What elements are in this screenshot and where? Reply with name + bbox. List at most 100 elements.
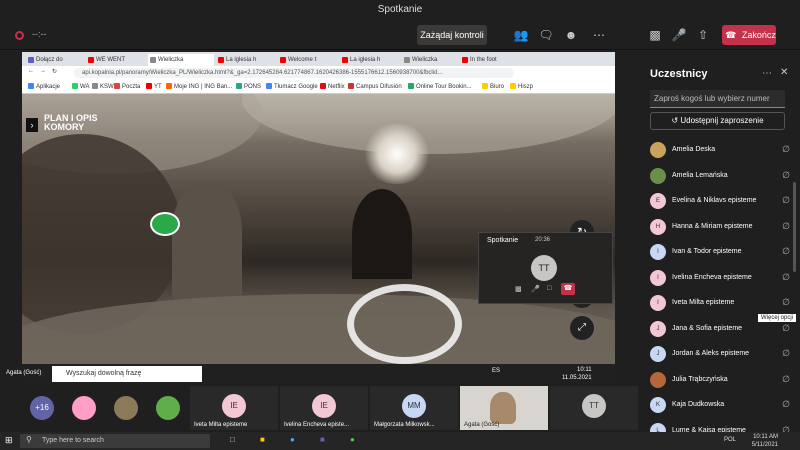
participant-item[interactable]: Amelia Lemańska ∅ bbox=[650, 166, 790, 186]
file-explorer-icon[interactable]: ■ bbox=[260, 435, 265, 444]
participant-item[interactable]: Amelia Deska ∅ bbox=[650, 140, 790, 160]
inner-taskbar: Wyszukaj dowolną frazę ES 10:11 11.05.20… bbox=[22, 364, 615, 384]
url-field[interactable]: api.kopalnia.pl/panoramy/Wieliczka_PL/Wi… bbox=[74, 68, 514, 78]
bookmark[interactable]: Aplikacje bbox=[28, 83, 60, 90]
overflow-count[interactable]: +16 bbox=[30, 396, 54, 420]
back-icon[interactable]: ← bbox=[28, 68, 34, 74]
participants-icon[interactable]: 👥 bbox=[512, 26, 530, 44]
mic-off-icon[interactable]: ∅ bbox=[782, 297, 790, 308]
bookmark[interactable]: Tłumacz Google bbox=[266, 83, 318, 90]
menu-arrow-icon[interactable]: › bbox=[26, 118, 38, 132]
edge-icon[interactable]: ● bbox=[290, 435, 295, 444]
language-indicator[interactable]: POL bbox=[724, 437, 736, 443]
request-control-button[interactable]: Zażądaj kontroli bbox=[417, 25, 487, 45]
mic-off-icon[interactable]: ∅ bbox=[782, 272, 790, 283]
mic-off-icon[interactable]: ∅ bbox=[782, 195, 790, 206]
participant-item[interactable]: H Hanna & Miriam episteme ∅ bbox=[650, 217, 790, 237]
participant-avatar[interactable] bbox=[156, 396, 180, 420]
mic-off-icon[interactable]: ∅ bbox=[782, 374, 790, 385]
participant-item[interactable]: J Jordan & Aleks episteme ∅ bbox=[650, 344, 790, 364]
fullscreen-icon[interactable]: ⤢ bbox=[570, 316, 594, 340]
more-icon[interactable]: ⋯ bbox=[762, 68, 772, 79]
participant-avatar bbox=[650, 142, 666, 158]
browser-tab[interactable]: Wieliczka bbox=[402, 54, 458, 66]
windows-start-icon[interactable]: ⊞ bbox=[5, 435, 13, 446]
mini-call-window[interactable]: Spotkanie 20:36 TT ▩ 🎤 □ ☎ bbox=[478, 232, 613, 304]
mic-off-icon[interactable]: ∅ bbox=[782, 348, 790, 359]
participant-item[interactable]: I Iveta Milta episteme ∅ bbox=[650, 293, 790, 313]
more-options-tooltip: Więcej opcji bbox=[758, 314, 797, 322]
windows-search-input[interactable]: Type here to search bbox=[20, 434, 210, 448]
mic-off-icon[interactable]: ∅ bbox=[782, 221, 790, 232]
bookmark[interactable]: Online Tour Bookin... bbox=[408, 83, 472, 90]
video-tile[interactable]: IE Ivelina Encheva episte... bbox=[280, 386, 368, 430]
leave-label: Zakończ bbox=[741, 30, 776, 40]
browser-tab[interactable]: In the foot bbox=[460, 54, 520, 66]
mic-off-icon[interactable]: 🎤 bbox=[670, 26, 688, 44]
video-tile-camera[interactable]: Agata (Gość) bbox=[460, 386, 548, 430]
bookmark[interactable]: Netflix bbox=[320, 83, 345, 90]
mini-hangup-icon[interactable]: ☎ bbox=[561, 283, 575, 295]
mic-off-icon[interactable]: ∅ bbox=[782, 144, 790, 155]
reload-icon[interactable]: ↻ bbox=[52, 68, 57, 75]
chandelier bbox=[362, 124, 432, 184]
invite-search-input[interactable]: Zaproś kogoś lub wybierz numer bbox=[650, 90, 785, 108]
video-tile[interactable]: TT bbox=[550, 386, 638, 430]
bookmark[interactable]: WA bbox=[72, 83, 89, 90]
browser-tab[interactable]: WE WENT bbox=[86, 54, 146, 66]
participant-avatar: J bbox=[650, 320, 666, 337]
browser-tab[interactable]: La iglesia h bbox=[216, 54, 276, 66]
participant-item[interactable]: K Kaja Dudkowska ∅ bbox=[650, 395, 790, 415]
mini-mic-icon[interactable]: 🎤 bbox=[531, 285, 540, 293]
bookmark[interactable]: KSW bbox=[92, 83, 114, 90]
participant-avatar bbox=[650, 371, 666, 388]
info-hotspot-icon[interactable] bbox=[150, 212, 180, 236]
browser-tab-active[interactable]: Wieliczka bbox=[148, 54, 214, 66]
bookmark[interactable]: Poczta bbox=[114, 83, 140, 90]
chrome-icon[interactable]: ● bbox=[350, 435, 355, 444]
presenter-label: Agata (Gość) bbox=[6, 370, 42, 376]
participant-avatar[interactable] bbox=[114, 396, 138, 420]
video-tile[interactable]: MM Małgorzata Milkowsk... bbox=[370, 386, 458, 430]
browser-tab[interactable]: Welcome t bbox=[278, 54, 338, 66]
teams-icon[interactable]: ■ bbox=[320, 435, 325, 444]
browser-tab[interactable]: La iglesia h bbox=[340, 54, 400, 66]
bookmark[interactable]: YT bbox=[146, 83, 162, 90]
participant-item[interactable]: E Evelina & Niklavs episteme ∅ bbox=[650, 191, 790, 211]
tile-avatar: IE bbox=[312, 394, 336, 418]
share-screen-icon[interactable]: ⇧ bbox=[694, 26, 712, 44]
share-invite-button[interactable]: ↺ Udostępnij zaproszenie bbox=[650, 112, 785, 130]
bookmark-label: Aplikacje bbox=[36, 84, 61, 90]
participant-avatar[interactable] bbox=[72, 396, 96, 420]
inner-search-input[interactable]: Wyszukaj dowolną frazę bbox=[52, 366, 202, 382]
mini-share-icon[interactable]: □ bbox=[547, 285, 551, 292]
camera-off-icon[interactable]: ▩ bbox=[646, 26, 664, 44]
participant-item[interactable]: I Ivelina Encheva episteme ∅ bbox=[650, 268, 790, 288]
navigation-arrow-icon[interactable] bbox=[347, 284, 462, 364]
bookmark[interactable]: Biuro bbox=[482, 83, 504, 90]
mic-off-icon[interactable]: ∅ bbox=[782, 399, 790, 410]
task-view-icon[interactable]: □ bbox=[230, 435, 235, 444]
mic-off-icon[interactable]: ∅ bbox=[782, 170, 790, 181]
bookmark[interactable]: Campus Difusión bbox=[348, 83, 402, 90]
chat-icon[interactable]: 🗨 bbox=[537, 26, 555, 44]
more-actions-icon[interactable]: ⋯ bbox=[590, 26, 608, 44]
panorama-view[interactable]: › PLAN I OPIS KOMORY ↻ + − ⤢ bbox=[22, 94, 615, 364]
bookmark[interactable]: PONS bbox=[236, 83, 261, 90]
system-clock[interactable]: 10:11 AM 5/11/2021 bbox=[752, 433, 778, 449]
bookmark[interactable]: Hiszp bbox=[510, 83, 533, 90]
forward-icon[interactable]: → bbox=[40, 68, 46, 74]
mini-camera-icon[interactable]: ▩ bbox=[515, 285, 522, 293]
participant-item[interactable]: Julia Trąbczyńska ∅ bbox=[650, 370, 790, 390]
leave-button[interactable]: ☎ Zakończ bbox=[722, 25, 776, 45]
panel-scrollbar[interactable] bbox=[793, 182, 796, 272]
mic-off-icon[interactable]: ∅ bbox=[782, 323, 790, 334]
close-icon[interactable]: ✕ bbox=[780, 67, 788, 78]
mic-off-icon[interactable]: ∅ bbox=[782, 246, 790, 257]
video-tile[interactable]: IE Iveta Milta episteme bbox=[190, 386, 278, 430]
bookmark[interactable]: Moje ING | ING Ban... bbox=[166, 83, 232, 90]
address-bar: ← → ↻ api.kopalnia.pl/panoramy/Wieliczka… bbox=[22, 66, 615, 80]
reactions-icon[interactable]: ☻ bbox=[562, 26, 580, 44]
browser-tab[interactable]: Dołącz do bbox=[26, 54, 84, 66]
participant-item[interactable]: I Ivan & Todor episteme ∅ bbox=[650, 242, 790, 262]
